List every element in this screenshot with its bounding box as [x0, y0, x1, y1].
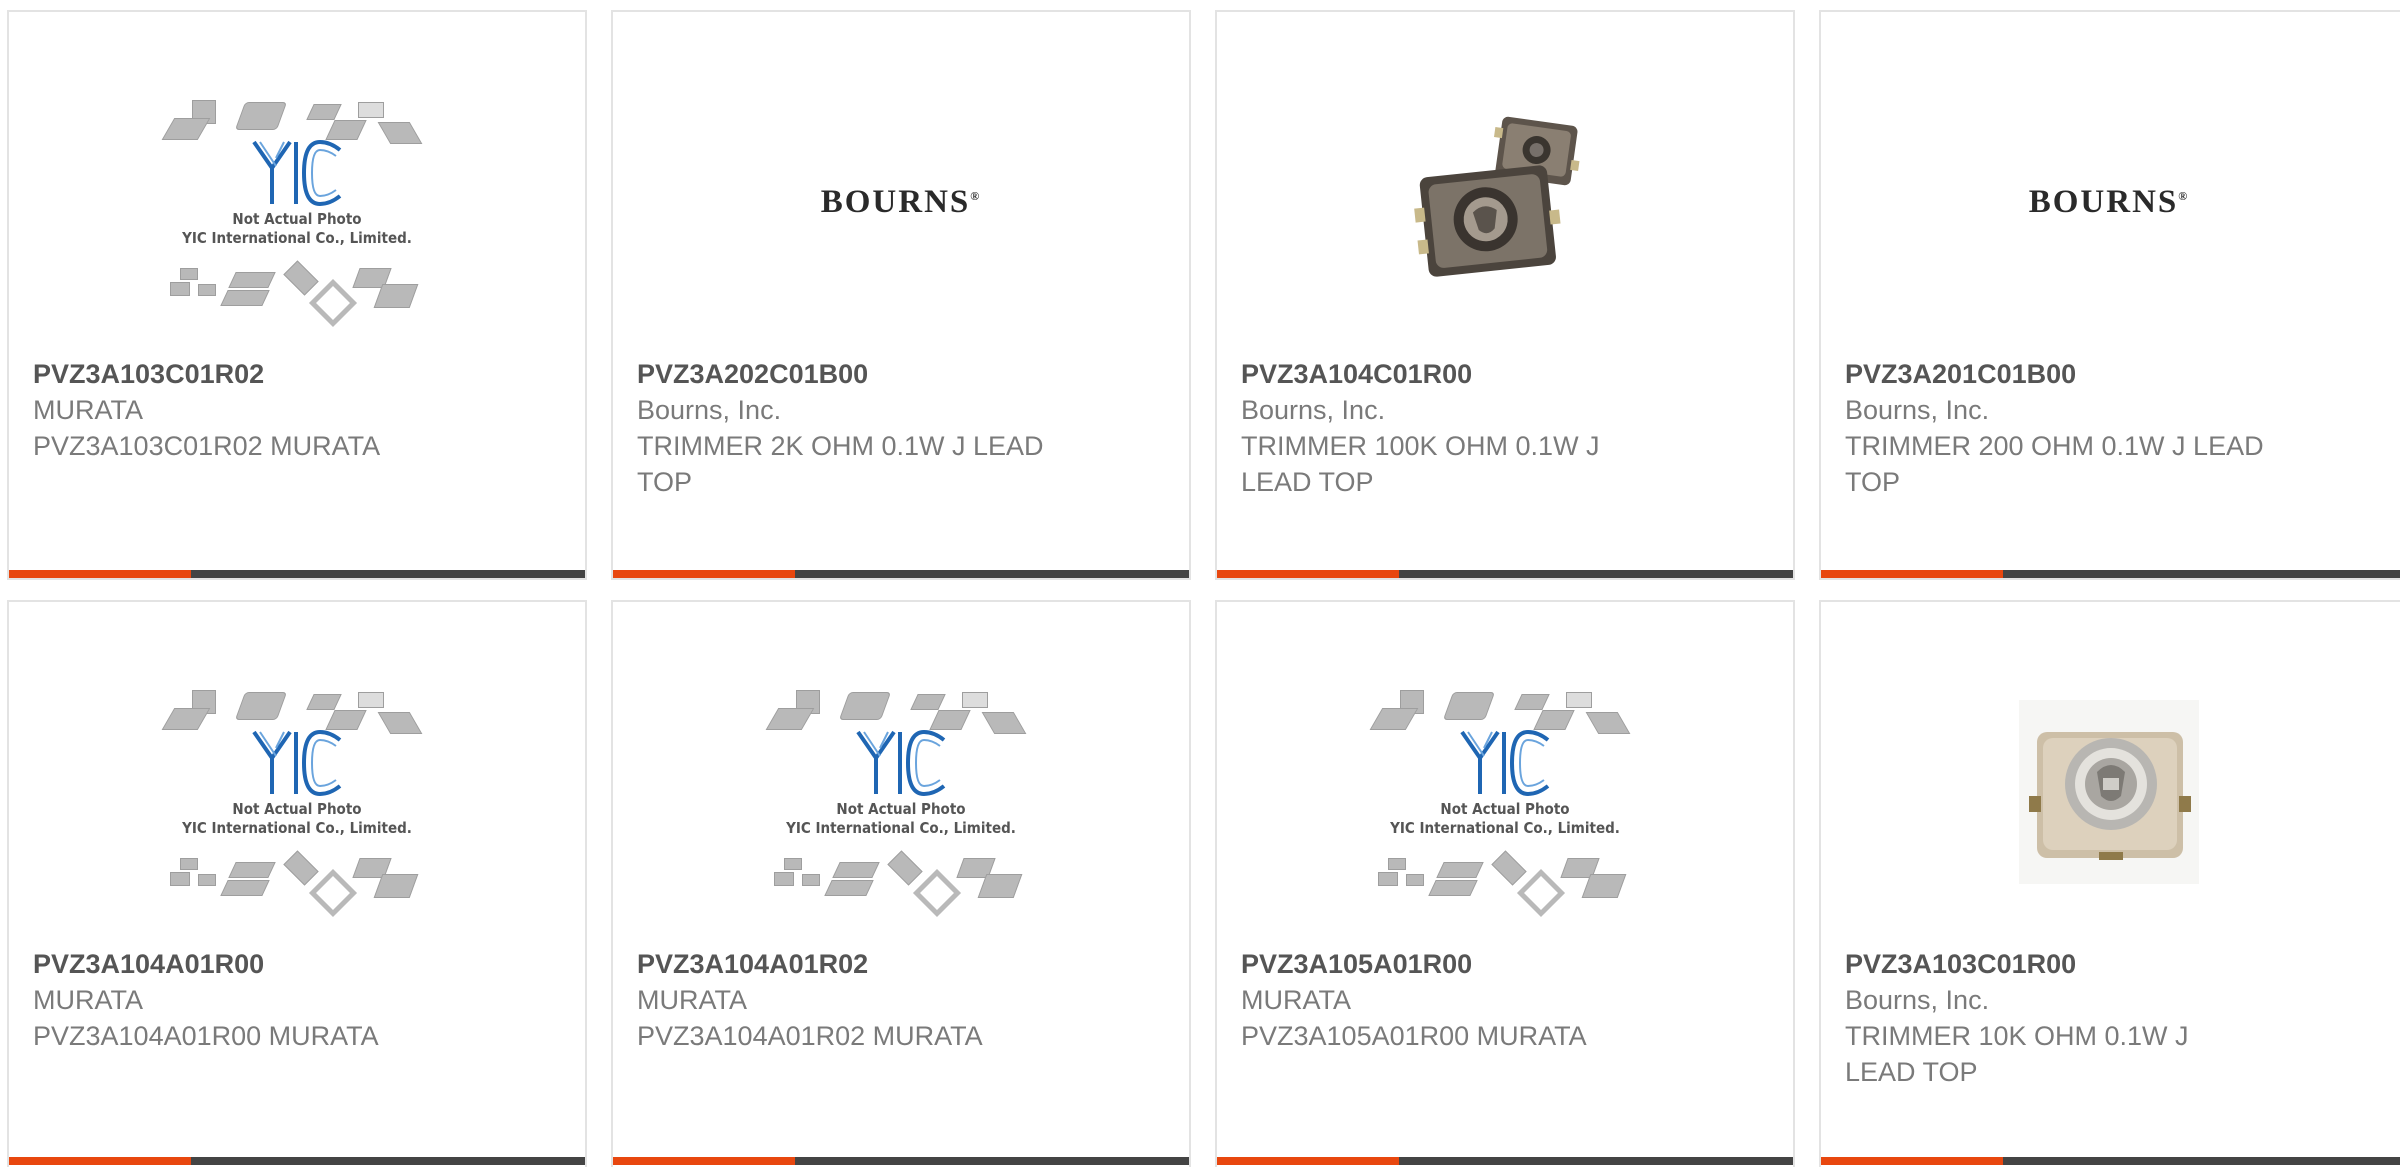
- card-bottom-bar: [1217, 1157, 1793, 1165]
- part-number[interactable]: PVZ3A202C01B00: [637, 356, 1165, 392]
- product-image: BOURNS®: [1821, 52, 2397, 352]
- product-card[interactable]: Not Actual Photo YIC International Co., …: [611, 600, 1191, 1167]
- description: TRIMMER 200 OHM 0.1W J LEAD TOP: [1845, 431, 2264, 497]
- part-number[interactable]: PVZ3A104C01R00: [1241, 356, 1769, 392]
- product-info: PVZ3A103C01R02 MURATA PVZ3A103C01R02 MUR…: [33, 356, 561, 464]
- part-number[interactable]: PVZ3A104A01R00: [33, 946, 561, 982]
- trimmer-photo: [2019, 700, 2199, 884]
- description: PVZ3A103C01R02 MURATA: [33, 431, 381, 461]
- product-info: PVZ3A103C01R00 Bourns, Inc. TRIMMER 10K …: [1845, 946, 2383, 1090]
- product-info: PVZ3A104C01R00 Bourns, Inc. TRIMMER 100K…: [1241, 356, 1769, 500]
- product-grid: Not Actual Photo YIC International Co., …: [0, 0, 2400, 1167]
- placeholder-image: Not Actual Photo YIC International Co., …: [1369, 672, 1640, 918]
- bourns-logo: BOURNS®: [2028, 183, 2190, 220]
- card-bottom-bar: [9, 1157, 585, 1165]
- trimmer-photo: [1414, 116, 1580, 277]
- product-image: Not Actual Photo YIC International Co., …: [613, 642, 1189, 942]
- card-bottom-bar: [1821, 1157, 2400, 1165]
- product-image: [1821, 642, 2397, 942]
- product-info: PVZ3A104A01R00 MURATA PVZ3A104A01R00 MUR…: [33, 946, 561, 1054]
- description: TRIMMER 100K OHM 0.1W J LEAD TOP: [1241, 431, 1600, 497]
- manufacturer: Bourns, Inc.: [637, 395, 782, 425]
- part-number[interactable]: PVZ3A201C01B00: [1845, 356, 2383, 392]
- manufacturer: MURATA: [33, 395, 143, 425]
- manufacturer: Bourns, Inc.: [1241, 395, 1386, 425]
- product-image: Not Actual Photo YIC International Co., …: [9, 642, 585, 942]
- placeholder-caption: Not Actual Photo YIC International Co., …: [786, 800, 1016, 837]
- placeholder-image: Not Actual Photo YIC International Co., …: [161, 82, 432, 328]
- placeholder-image: Not Actual Photo YIC International Co., …: [161, 672, 432, 918]
- placeholder-image: Not Actual Photo YIC International Co., …: [765, 672, 1036, 918]
- product-image: [1217, 52, 1793, 352]
- part-number[interactable]: PVZ3A103C01R02: [33, 356, 561, 392]
- product-info: PVZ3A201C01B00 Bourns, Inc. TRIMMER 200 …: [1845, 356, 2383, 500]
- product-image: Not Actual Photo YIC International Co., …: [1217, 642, 1793, 942]
- product-card[interactable]: Not Actual Photo YIC International Co., …: [7, 600, 587, 1167]
- manufacturer: Bourns, Inc.: [1845, 985, 1990, 1015]
- product-image: Not Actual Photo YIC International Co., …: [9, 52, 585, 352]
- card-bottom-bar: [1217, 570, 1793, 578]
- product-card[interactable]: BOURNS® PVZ3A202C01B00 Bourns, Inc. TRIM…: [611, 10, 1191, 580]
- part-number[interactable]: PVZ3A104A01R02: [637, 946, 1165, 982]
- description: TRIMMER 2K OHM 0.1W J LEAD TOP: [637, 431, 1044, 497]
- product-card[interactable]: PVZ3A103C01R00 Bourns, Inc. TRIMMER 10K …: [1819, 600, 2400, 1167]
- manufacturer: MURATA: [33, 985, 143, 1015]
- product-info: PVZ3A105A01R00 MURATA PVZ3A105A01R00 MUR…: [1241, 946, 1769, 1054]
- yic-logo-icon: [1460, 729, 1550, 797]
- product-info: PVZ3A202C01B00 Bourns, Inc. TRIMMER 2K O…: [637, 356, 1165, 500]
- product-card[interactable]: Not Actual Photo YIC International Co., …: [1215, 600, 1795, 1167]
- product-info: PVZ3A104A01R02 MURATA PVZ3A104A01R02 MUR…: [637, 946, 1165, 1054]
- product-card[interactable]: PVZ3A104C01R00 Bourns, Inc. TRIMMER 100K…: [1215, 10, 1795, 580]
- yic-logo-icon: [856, 729, 946, 797]
- product-card[interactable]: Not Actual Photo YIC International Co., …: [7, 10, 587, 580]
- card-bottom-bar: [613, 1157, 1189, 1165]
- yic-logo-icon: [252, 139, 342, 207]
- description: PVZ3A104A01R02 MURATA: [637, 1021, 983, 1051]
- card-bottom-bar: [9, 570, 585, 578]
- manufacturer: Bourns, Inc.: [1845, 395, 1990, 425]
- description: PVZ3A104A01R00 MURATA: [33, 1021, 379, 1051]
- placeholder-caption: Not Actual Photo YIC International Co., …: [182, 210, 412, 247]
- product-card[interactable]: BOURNS® PVZ3A201C01B00 Bourns, Inc. TRIM…: [1819, 10, 2400, 580]
- part-number[interactable]: PVZ3A105A01R00: [1241, 946, 1769, 982]
- product-image: BOURNS®: [613, 52, 1189, 352]
- manufacturer: MURATA: [1241, 985, 1351, 1015]
- card-bottom-bar: [613, 570, 1189, 578]
- manufacturer: MURATA: [637, 985, 747, 1015]
- card-bottom-bar: [1821, 570, 2400, 578]
- part-number[interactable]: PVZ3A103C01R00: [1845, 946, 2383, 982]
- yic-logo-icon: [252, 729, 342, 797]
- bourns-logo: BOURNS®: [820, 183, 982, 220]
- placeholder-caption: Not Actual Photo YIC International Co., …: [1390, 800, 1620, 837]
- description: PVZ3A105A01R00 MURATA: [1241, 1021, 1587, 1051]
- placeholder-caption: Not Actual Photo YIC International Co., …: [182, 800, 412, 837]
- description: TRIMMER 10K OHM 0.1W J LEAD TOP: [1845, 1021, 2189, 1087]
